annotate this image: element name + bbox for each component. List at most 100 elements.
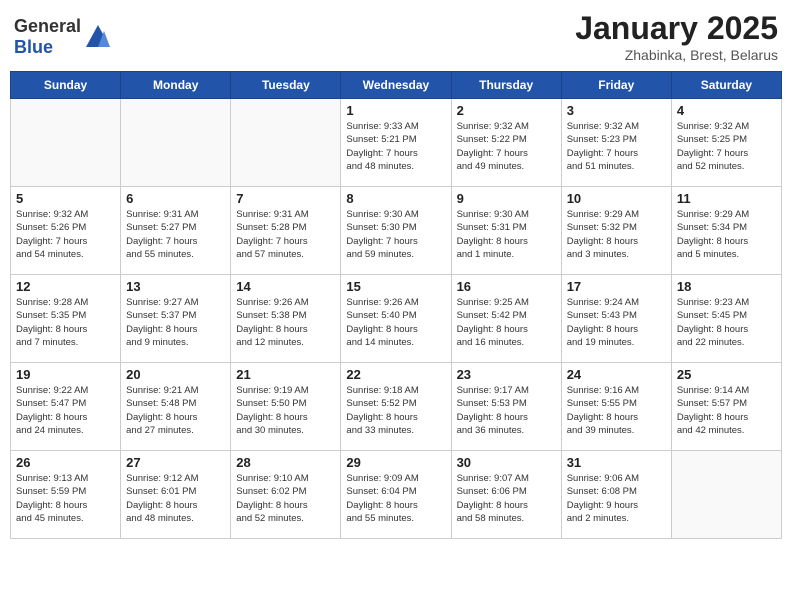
day-number: 26 [16, 455, 115, 470]
cell-info: Sunrise: 9:19 AM Sunset: 5:50 PM Dayligh… [236, 384, 335, 437]
cell-info: Sunrise: 9:29 AM Sunset: 5:34 PM Dayligh… [677, 208, 776, 261]
calendar-cell: 2Sunrise: 9:32 AM Sunset: 5:22 PM Daylig… [451, 99, 561, 187]
day-number: 1 [346, 103, 445, 118]
day-number: 17 [567, 279, 666, 294]
col-header-monday: Monday [121, 72, 231, 99]
day-number: 15 [346, 279, 445, 294]
calendar-cell: 9 Sunrise: 9:30 AM Sunset: 5:31 PM Daylig… [451, 187, 561, 275]
calendar-cell: 7Sunrise: 9:31 AM Sunset: 5:28 PM Daylig… [231, 187, 341, 275]
cell-info: Sunrise: 9:29 AM Sunset: 5:32 PM Dayligh… [567, 208, 666, 261]
cell-info: Sunrise: 9:31 AM Sunset: 5:27 PM Dayligh… [126, 208, 225, 261]
cell-info: Sunrise: 9:18 AM Sunset: 5:52 PM Dayligh… [346, 384, 445, 437]
calendar-cell [11, 99, 121, 187]
calendar-cell: 23 Sunrise: 9:17 AM Sunset: 5:53 PM Dayli… [451, 363, 561, 451]
day-number: 27 [126, 455, 225, 470]
calendar-cell: 14 Sunrise: 9:26 AM Sunset: 5:38 PM Dayli… [231, 275, 341, 363]
calendar-cell: 13 Sunrise: 9:27 AM Sunset: 5:37 PM Dayli… [121, 275, 231, 363]
col-header-tuesday: Tuesday [231, 72, 341, 99]
logo-general: General [14, 16, 81, 36]
title-block: January 2025 Zhabinka, Brest, Belarus [575, 10, 778, 63]
calendar-cell: 21Sunrise: 9:19 AM Sunset: 5:50 PM Dayli… [231, 363, 341, 451]
calendar-cell: 31 Sunrise: 9:06 AM Sunset: 6:08 PM Dayli… [561, 451, 671, 539]
cell-info: Sunrise: 9:24 AM Sunset: 5:43 PM Dayligh… [567, 296, 666, 349]
cell-info: Sunrise: 9:27 AM Sunset: 5:37 PM Dayligh… [126, 296, 225, 349]
page-header: General Blue January 2025 Zhabinka, Bres… [10, 10, 782, 63]
week-row-3: 12Sunrise: 9:28 AM Sunset: 5:35 PM Dayli… [11, 275, 782, 363]
day-number: 11 [677, 191, 776, 206]
cell-info: Sunrise: 9:26 AM Sunset: 5:38 PM Dayligh… [236, 296, 335, 349]
calendar-cell: 29Sunrise: 9:09 AM Sunset: 6:04 PM Dayli… [341, 451, 451, 539]
cell-info: Sunrise: 9:13 AM Sunset: 5:59 PM Dayligh… [16, 472, 115, 525]
cell-info: Sunrise: 9:32 AM Sunset: 5:25 PM Dayligh… [677, 120, 776, 173]
day-number: 4 [677, 103, 776, 118]
day-number: 8 [346, 191, 445, 206]
day-number: 20 [126, 367, 225, 382]
week-row-5: 26 Sunrise: 9:13 AM Sunset: 5:59 PM Dayli… [11, 451, 782, 539]
day-number: 2 [457, 103, 556, 118]
calendar-cell: 19Sunrise: 9:22 AM Sunset: 5:47 PM Dayli… [11, 363, 121, 451]
day-header-row: SundayMondayTuesdayWednesdayThursdayFrid… [11, 72, 782, 99]
calendar-cell: 25 Sunrise: 9:14 AM Sunset: 5:57 PM Dayli… [671, 363, 781, 451]
calendar-cell: 6 Sunrise: 9:31 AM Sunset: 5:27 PM Daylig… [121, 187, 231, 275]
logo-blue: Blue [14, 37, 53, 57]
cell-info: Sunrise: 9:17 AM Sunset: 5:53 PM Dayligh… [457, 384, 556, 437]
day-number: 31 [567, 455, 666, 470]
col-header-wednesday: Wednesday [341, 72, 451, 99]
calendar-cell: 12Sunrise: 9:28 AM Sunset: 5:35 PM Dayli… [11, 275, 121, 363]
calendar-cell: 15 Sunrise: 9:26 AM Sunset: 5:40 PM Dayli… [341, 275, 451, 363]
day-number: 24 [567, 367, 666, 382]
day-number: 25 [677, 367, 776, 382]
col-header-thursday: Thursday [451, 72, 561, 99]
calendar-cell: 17 Sunrise: 9:24 AM Sunset: 5:43 PM Dayli… [561, 275, 671, 363]
calendar-cell: 10 Sunrise: 9:29 AM Sunset: 5:32 PM Dayli… [561, 187, 671, 275]
cell-info: Sunrise: 9:30 AM Sunset: 5:31 PM Dayligh… [457, 208, 556, 261]
calendar-cell: 5Sunrise: 9:32 AM Sunset: 5:26 PM Daylig… [11, 187, 121, 275]
day-number: 22 [346, 367, 445, 382]
day-number: 23 [457, 367, 556, 382]
day-number: 28 [236, 455, 335, 470]
cell-info: Sunrise: 9:26 AM Sunset: 5:40 PM Dayligh… [346, 296, 445, 349]
day-number: 16 [457, 279, 556, 294]
week-row-2: 5Sunrise: 9:32 AM Sunset: 5:26 PM Daylig… [11, 187, 782, 275]
day-number: 6 [126, 191, 225, 206]
cell-info: Sunrise: 9:06 AM Sunset: 6:08 PM Dayligh… [567, 472, 666, 525]
day-number: 13 [126, 279, 225, 294]
calendar-cell: 26 Sunrise: 9:13 AM Sunset: 5:59 PM Dayli… [11, 451, 121, 539]
calendar-cell [671, 451, 781, 539]
cell-info: Sunrise: 9:28 AM Sunset: 5:35 PM Dayligh… [16, 296, 115, 349]
cell-info: Sunrise: 9:07 AM Sunset: 6:06 PM Dayligh… [457, 472, 556, 525]
cell-info: Sunrise: 9:30 AM Sunset: 5:30 PM Dayligh… [346, 208, 445, 261]
calendar-cell: 27Sunrise: 9:12 AM Sunset: 6:01 PM Dayli… [121, 451, 231, 539]
cell-info: Sunrise: 9:21 AM Sunset: 5:48 PM Dayligh… [126, 384, 225, 437]
col-header-friday: Friday [561, 72, 671, 99]
col-header-sunday: Sunday [11, 72, 121, 99]
calendar-cell: 4 Sunrise: 9:32 AM Sunset: 5:25 PM Daylig… [671, 99, 781, 187]
logo: General Blue [14, 16, 112, 58]
calendar-cell: 16 Sunrise: 9:25 AM Sunset: 5:42 PM Dayli… [451, 275, 561, 363]
location-subtitle: Zhabinka, Brest, Belarus [575, 47, 778, 63]
calendar-table: SundayMondayTuesdayWednesdayThursdayFrid… [10, 71, 782, 539]
calendar-cell: 18Sunrise: 9:23 AM Sunset: 5:45 PM Dayli… [671, 275, 781, 363]
day-number: 29 [346, 455, 445, 470]
day-number: 10 [567, 191, 666, 206]
calendar-cell: 8 Sunrise: 9:30 AM Sunset: 5:30 PM Daylig… [341, 187, 451, 275]
week-row-1: 1Sunrise: 9:33 AM Sunset: 5:21 PM Daylig… [11, 99, 782, 187]
day-number: 5 [16, 191, 115, 206]
cell-info: Sunrise: 9:32 AM Sunset: 5:23 PM Dayligh… [567, 120, 666, 173]
week-row-4: 19Sunrise: 9:22 AM Sunset: 5:47 PM Dayli… [11, 363, 782, 451]
calendar-cell: 28 Sunrise: 9:10 AM Sunset: 6:02 PM Dayli… [231, 451, 341, 539]
day-number: 19 [16, 367, 115, 382]
calendar-cell: 20 Sunrise: 9:21 AM Sunset: 5:48 PM Dayli… [121, 363, 231, 451]
day-number: 9 [457, 191, 556, 206]
calendar-cell [121, 99, 231, 187]
col-header-saturday: Saturday [671, 72, 781, 99]
calendar-cell: 24Sunrise: 9:16 AM Sunset: 5:55 PM Dayli… [561, 363, 671, 451]
cell-info: Sunrise: 9:10 AM Sunset: 6:02 PM Dayligh… [236, 472, 335, 525]
calendar-cell: 1Sunrise: 9:33 AM Sunset: 5:21 PM Daylig… [341, 99, 451, 187]
day-number: 14 [236, 279, 335, 294]
day-number: 30 [457, 455, 556, 470]
cell-info: Sunrise: 9:25 AM Sunset: 5:42 PM Dayligh… [457, 296, 556, 349]
day-number: 18 [677, 279, 776, 294]
cell-info: Sunrise: 9:14 AM Sunset: 5:57 PM Dayligh… [677, 384, 776, 437]
month-title: January 2025 [575, 10, 778, 47]
